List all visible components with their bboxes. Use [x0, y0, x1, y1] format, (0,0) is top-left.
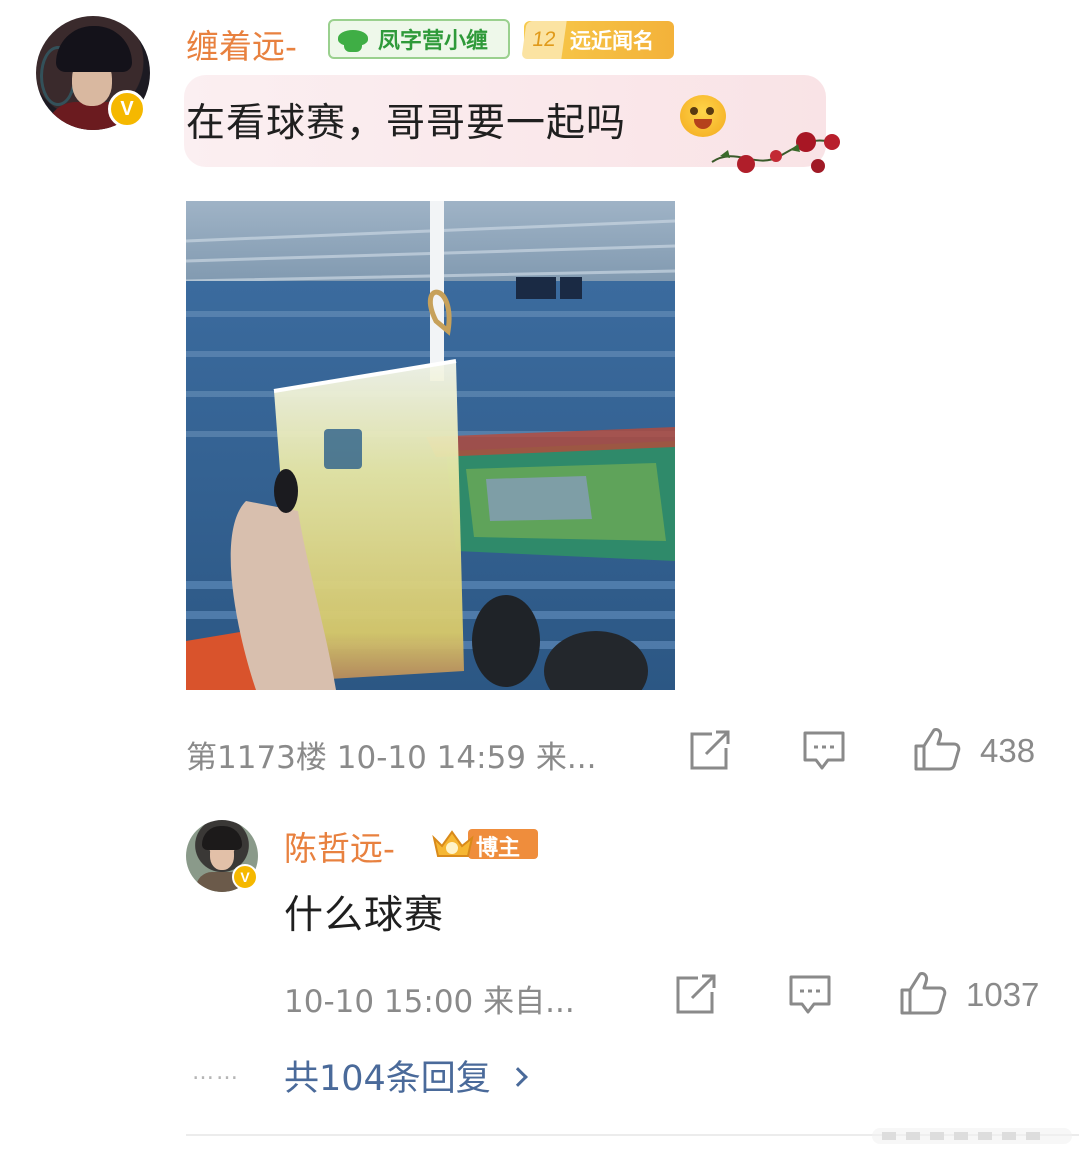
view-all-replies-link[interactable]: 共104条回复 [284, 1050, 528, 1101]
comment-icon[interactable] [788, 974, 832, 1016]
comment-like-count: 438 [980, 732, 1036, 769]
comment-photo[interactable] [186, 201, 675, 690]
like-thumb-icon[interactable] [912, 726, 962, 772]
avatar-hair [202, 826, 242, 850]
rice-bowl-icon [336, 24, 370, 54]
fan-group-badge[interactable]: 凤字营小缠 [328, 19, 510, 59]
fan-level-label: 远近闻名 [570, 29, 654, 53]
avatar-hair [56, 26, 132, 72]
fan-level-badge[interactable]: 12 远近闻名 [521, 21, 674, 59]
like-thumb-icon[interactable] [898, 970, 948, 1016]
fan-level-number: 12 [521, 21, 567, 59]
verified-badge-icon: V [108, 90, 146, 128]
replies-ellipsis: …… [192, 1060, 240, 1085]
reply-like-count: 1037 [966, 976, 1040, 1013]
share-icon[interactable] [674, 974, 718, 1016]
comment-floor-meta: 第1173楼 10-10 14:59 来... [186, 740, 597, 776]
host-badge-label: 博主 [476, 836, 521, 861]
watermark-logo-icon [872, 1128, 1072, 1144]
comment-text: 在看球赛，哥哥要一起吗 [186, 101, 627, 146]
rose-vine-decoration-icon [711, 132, 840, 173]
reply-text: 什么球赛 [284, 893, 445, 938]
chevron-right-icon [507, 1066, 528, 1087]
view-all-replies-label: 共104条回复 [284, 1059, 491, 1099]
crown-icon [432, 830, 474, 857]
share-icon[interactable] [688, 730, 732, 772]
commenter-username[interactable]: 缠着远- [186, 20, 297, 68]
blogger-host-badge: 博主 [428, 826, 538, 862]
comment-icon[interactable] [802, 730, 846, 772]
tennis-stadium-drink-image [186, 201, 675, 690]
fan-group-label: 凤字营小缠 [378, 29, 489, 54]
reply-meta: 10-10 15:00 来自... [284, 984, 575, 1020]
replier-username[interactable]: 陈哲远- [284, 822, 395, 870]
verified-badge-icon: V [232, 864, 258, 890]
